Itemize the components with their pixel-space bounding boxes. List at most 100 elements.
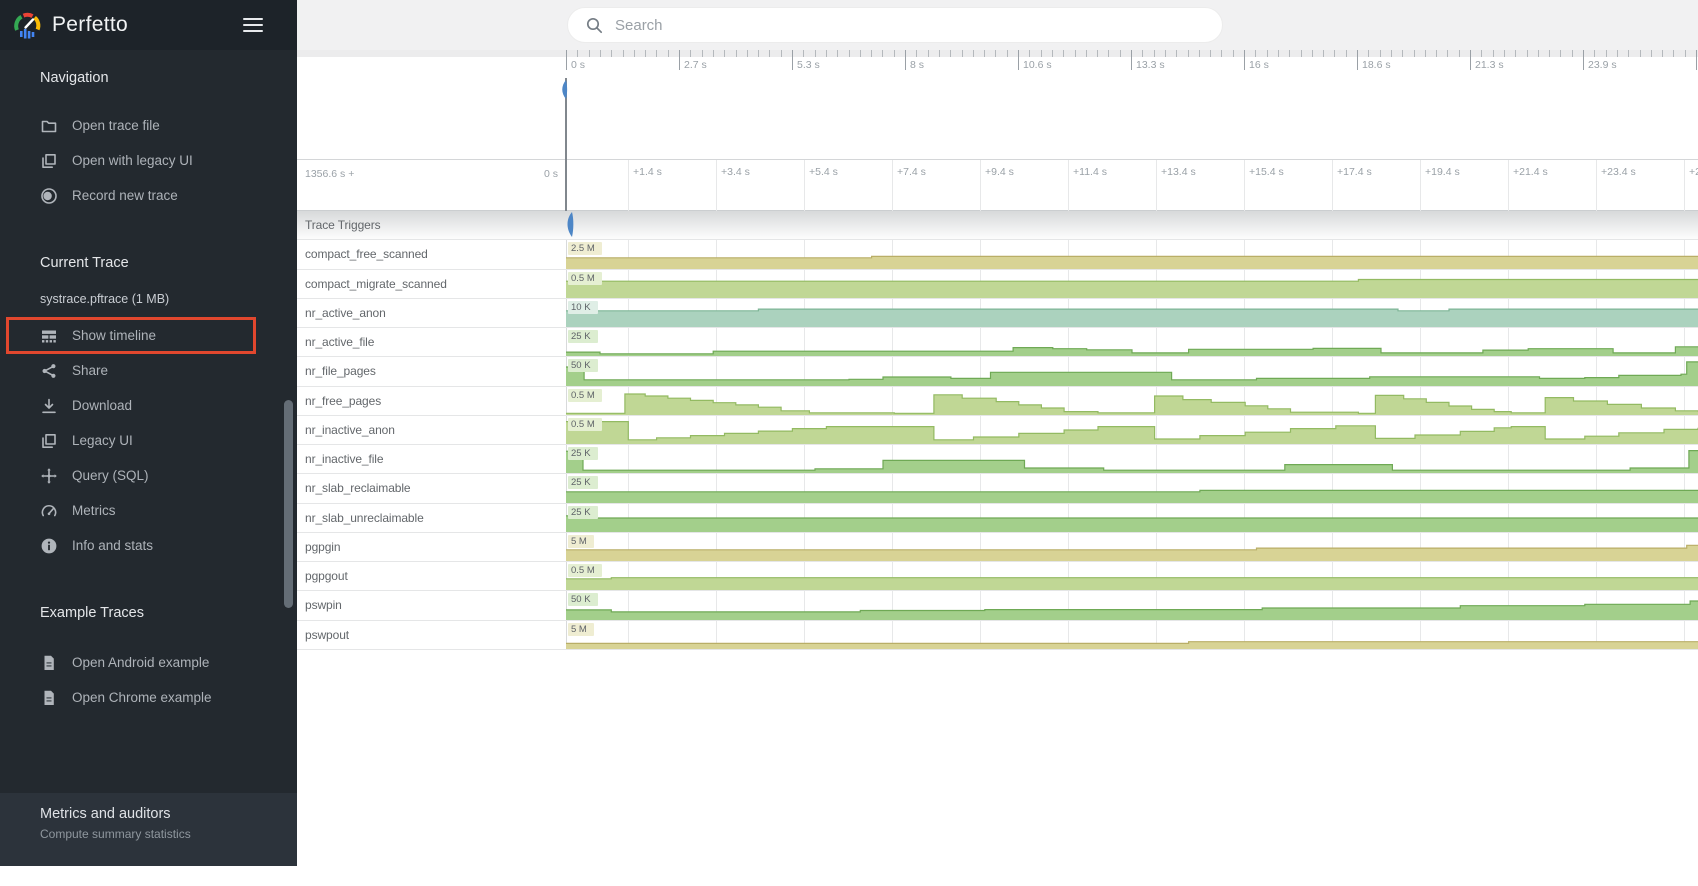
counter-chart[interactable]: [566, 358, 1698, 386]
ruler-minor-tick: [1289, 50, 1290, 57]
ruler-minor-tick: [826, 50, 827, 57]
example-traces-header: Example Traces: [40, 605, 144, 621]
track-name[interactable]: nr_inactive_anon: [305, 416, 395, 445]
track-row-trace-triggers[interactable]: Trace Triggers: [297, 211, 1698, 240]
ruler-minor-tick: [1447, 50, 1448, 57]
track-name[interactable]: pswpin: [305, 591, 342, 620]
search-bar[interactable]: [567, 7, 1223, 43]
ruler-major-tick: [679, 50, 680, 70]
trace-action-share[interactable]: Share: [0, 353, 297, 388]
example-item-open-chrome-example[interactable]: Open Chrome example: [0, 680, 297, 715]
ruler-minor-tick: [1199, 50, 1200, 57]
track-name[interactable]: compact_free_scanned: [305, 240, 428, 269]
track-name[interactable]: pgpgout: [305, 562, 348, 591]
track-name[interactable]: pgpgin: [305, 533, 340, 562]
example-traces-list: Open Android exampleOpen Chrome example: [0, 645, 297, 715]
trace-action-query-sql-[interactable]: Query (SQL): [0, 458, 297, 493]
track-row-nr-inactive-anon[interactable]: nr_inactive_anon0.5 M: [297, 416, 1698, 445]
track-row-nr-inactive-file[interactable]: nr_inactive_file25 K: [297, 445, 1698, 474]
trace-action-download[interactable]: Download: [0, 388, 297, 423]
track-name[interactable]: nr_file_pages: [305, 357, 376, 386]
counter-value-label: 25 K: [568, 506, 598, 519]
track-row-compact-free-scanned[interactable]: compact_free_scanned2.5 M: [297, 240, 1698, 269]
track-row-nr-slab-reclaimable[interactable]: nr_slab_reclaimable 25 K: [297, 474, 1698, 503]
counter-chart[interactable]: [566, 621, 1698, 649]
ruler-minor-tick: [1459, 50, 1460, 57]
track-row-nr-active-file[interactable]: nr_active_file25 K: [297, 328, 1698, 357]
trace-action-legacy-ui[interactable]: Legacy UI: [0, 423, 297, 458]
ruler-minor-tick: [645, 50, 646, 57]
gridline-time-label: +23.4 s: [1601, 166, 1636, 178]
counter-chart[interactable]: [566, 241, 1698, 269]
search-input[interactable]: [615, 17, 1175, 34]
ruler-minor-tick: [1436, 50, 1437, 57]
example-item-open-android-example[interactable]: Open Android example: [0, 645, 297, 680]
track-row-nr-free-pages[interactable]: nr_free_pages0.5 M: [297, 387, 1698, 416]
ruler-minor-tick: [803, 50, 804, 57]
track-name[interactable]: nr_free_pages: [305, 387, 381, 416]
track-row-pswpout[interactable]: pswpout5 M: [297, 621, 1698, 650]
trace-action-show-timeline[interactable]: Show timeline: [0, 318, 297, 353]
counter-value-label: 0.5 M: [568, 564, 602, 577]
counter-chart[interactable]: [566, 416, 1698, 444]
ruler-time-label: 16 s: [1249, 59, 1269, 71]
counter-chart[interactable]: [566, 299, 1698, 327]
current-trace-header: Current Trace: [40, 255, 129, 271]
track-name[interactable]: nr_slab_unreclaimable: [305, 504, 424, 533]
gridline-time-label: +13.4 s: [1161, 166, 1196, 178]
track-name[interactable]: nr_slab_reclaimable: [305, 474, 411, 503]
ruler-minor-tick: [1391, 50, 1392, 57]
ruler-time-label: 23.9 s: [1588, 59, 1617, 71]
track-row-pgpgout[interactable]: pgpgout 0.5 M: [297, 562, 1698, 591]
counter-chart[interactable]: [566, 592, 1698, 620]
gridline-time-label: +5.4 s: [809, 166, 838, 178]
trace-action-metrics[interactable]: Metrics: [0, 493, 297, 528]
counter-chart[interactable]: [566, 445, 1698, 473]
trace-trigger-marker[interactable]: [563, 212, 575, 238]
counter-value-label: 50 K: [568, 593, 598, 606]
track-row-pgpgin[interactable]: pgpgin5 M: [297, 533, 1698, 562]
track-name[interactable]: nr_active_file: [305, 328, 374, 357]
track-row-compact-migrate-scanned[interactable]: compact_migrate_scanned0.5 M: [297, 270, 1698, 299]
track-row-nr-slab-unreclaimable[interactable]: nr_slab_unreclaimable 25 K: [297, 504, 1698, 533]
ruler-minor-tick: [1617, 50, 1618, 57]
metrics-auditors-section[interactable]: Metrics and auditors Compute summary sta…: [0, 793, 297, 866]
ruler-minor-tick: [1640, 50, 1641, 57]
item-label: Record new trace: [72, 188, 178, 203]
viewport-top-handle[interactable]: [558, 80, 568, 100]
track-row-nr-file-pages[interactable]: nr_file_pages50 K: [297, 357, 1698, 386]
ruler-minor-tick: [1029, 50, 1030, 57]
counter-chart[interactable]: [566, 270, 1698, 298]
counter-chart[interactable]: [566, 387, 1698, 415]
ruler-minor-tick: [589, 50, 590, 57]
nav-item-record-new-trace[interactable]: Record new trace: [0, 178, 297, 213]
ruler-minor-tick: [1493, 50, 1494, 57]
ruler-minor-tick: [1188, 50, 1189, 57]
ruler-minor-tick: [1380, 50, 1381, 57]
overview-ruler[interactable]: 0 s2.7 s5.3 s8 s10.6 s13.3 s16 s18.6 s21…: [566, 50, 1698, 76]
counter-value-label: 25 K: [568, 476, 598, 489]
sidebar-scrollbar-thumb[interactable]: [284, 400, 293, 608]
counter-chart[interactable]: [566, 328, 1698, 356]
nav-item-open-trace-file[interactable]: Open trace file: [0, 108, 297, 143]
counter-chart[interactable]: [566, 562, 1698, 590]
ruler-time-label: 13.3 s: [1136, 59, 1165, 71]
ruler-minor-tick: [1538, 50, 1539, 57]
track-name[interactable]: compact_migrate_scanned: [305, 270, 447, 299]
counter-chart[interactable]: [566, 533, 1698, 561]
track-row-pswpin[interactable]: pswpin 50 K: [297, 591, 1698, 620]
track-name[interactable]: nr_active_anon: [305, 299, 386, 328]
track-row-nr-active-anon[interactable]: nr_active_anon10 K: [297, 299, 1698, 328]
ruler-minor-tick: [928, 50, 929, 57]
counter-chart[interactable]: [566, 504, 1698, 532]
track-name[interactable]: nr_inactive_file: [305, 445, 383, 474]
info-icon: [40, 537, 58, 555]
track-name[interactable]: Trace Triggers: [305, 211, 381, 240]
hamburger-menu-icon[interactable]: [243, 14, 263, 36]
track-name[interactable]: pswpout: [305, 621, 349, 650]
trace-action-info-and-stats[interactable]: Info and stats: [0, 528, 297, 563]
counter-chart[interactable]: [566, 475, 1698, 503]
nav-item-open-with-legacy-ui[interactable]: Open with legacy UI: [0, 143, 297, 178]
ruler-minor-tick: [781, 50, 782, 57]
ruler-minor-tick: [995, 50, 996, 57]
